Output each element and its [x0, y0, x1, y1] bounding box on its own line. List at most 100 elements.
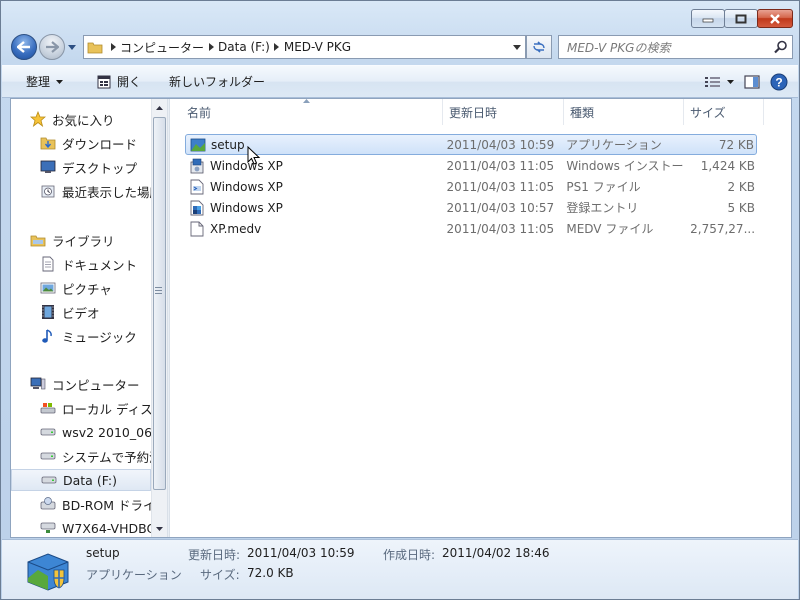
file-row[interactable]: Windows XP 2011/04/03 11:05 Windows インスト… — [185, 155, 757, 176]
column-header-name-label: 名前 — [187, 105, 212, 120]
file-row[interactable]: Windows XP 2011/04/03 10:57 登録エントリ 5 KB — [185, 197, 757, 218]
address-history-dropdown[interactable] — [509, 36, 525, 58]
file-size: 2,757,27... — [690, 221, 756, 236]
new-folder-button[interactable]: 新しいフォルダー — [161, 70, 273, 94]
open-window-icon — [97, 75, 111, 88]
scroll-up-button[interactable] — [152, 99, 167, 116]
navigation-bar: コンピューター Data (F:) MED-V PKG MED-V PKGの検索 — [9, 33, 793, 61]
navigation-pane[interactable]: お気に入り ダウンロード デスクトップ 最近表示した場所 ライブラリ ドキ — [11, 99, 166, 537]
back-button[interactable] — [11, 34, 37, 60]
recent-pages-dropdown[interactable] — [67, 42, 77, 52]
nav-item-videos[interactable]: ビデオ — [11, 301, 151, 323]
scroll-down-button[interactable] — [152, 520, 166, 537]
help-button[interactable]: ? — [770, 73, 788, 91]
command-bar: 整理 開く 新しいフォルダー ? — [2, 65, 798, 98]
nav-item-desktop[interactable]: デスクトップ — [11, 156, 151, 178]
forward-button[interactable] — [39, 34, 65, 60]
drive-icon — [40, 472, 58, 488]
new-folder-label: 新しいフォルダー — [169, 75, 266, 89]
file-name: setup — [211, 137, 245, 152]
folder-icon — [84, 40, 106, 54]
file-size: 1,424 KB — [700, 158, 756, 173]
help-icon: ? — [770, 73, 788, 90]
nav-item-music[interactable]: ミュージック — [11, 325, 151, 347]
nav-item-data-drive[interactable]: Data (F:) — [11, 469, 151, 491]
scroll-thumb[interactable] — [153, 117, 166, 490]
blank-file-icon — [189, 221, 205, 237]
nav-item-label: ミュージック — [62, 329, 137, 345]
nav-item-label: 最近表示した場所 — [62, 184, 151, 200]
column-header-modified-label: 更新日時 — [449, 105, 498, 120]
file-type: 登録エントリ — [566, 201, 639, 215]
organize-button[interactable]: 整理 — [18, 70, 71, 94]
maximize-icon — [735, 14, 747, 23]
column-header-modified[interactable]: 更新日時 — [443, 99, 564, 125]
nav-item-local-disk[interactable]: ローカル ディスク — [11, 397, 151, 419]
search-icon[interactable] — [770, 40, 792, 54]
pane-splitter[interactable] — [167, 99, 170, 537]
nav-item-system-reserved[interactable]: システムで予約済み — [11, 445, 151, 467]
file-name: Windows XP — [210, 179, 283, 194]
breadcrumb-current-folder[interactable]: MED-V PKG — [284, 40, 351, 54]
nav-item-bd-rom[interactable]: BD-ROM ドライブ — [11, 493, 151, 515]
breadcrumb-data-drive[interactable]: Data (F:) — [218, 40, 270, 54]
search-box[interactable]: MED-V PKGの検索 — [558, 35, 793, 59]
pictures-icon — [39, 280, 57, 296]
file-row[interactable]: Windows XP 2011/04/03 11:05 PS1 ファイル 2 K… — [185, 176, 757, 197]
address-bar[interactable]: コンピューター Data (F:) MED-V PKG — [83, 35, 526, 59]
msi-icon — [189, 158, 205, 174]
nav-item-label: ローカル ディスク — [62, 401, 151, 417]
nav-pane-scrollbar[interactable] — [151, 99, 167, 537]
column-header-type[interactable]: 種類 — [564, 99, 684, 125]
nav-libraries[interactable]: ライブラリ — [11, 229, 151, 251]
breadcrumb-separator[interactable] — [106, 43, 120, 51]
change-view-button[interactable] — [705, 76, 734, 88]
breadcrumb-computer[interactable]: コンピューター — [120, 39, 204, 56]
close-button[interactable] — [757, 9, 793, 28]
documents-icon — [39, 256, 57, 272]
search-input[interactable]: MED-V PKGの検索 — [559, 39, 770, 56]
nav-item-wsv2[interactable]: wsv2 2010_06_ — [11, 421, 151, 443]
nav-item-label: デスクトップ — [62, 160, 138, 176]
breadcrumb-separator[interactable] — [270, 43, 284, 51]
file-list[interactable]: 名前 更新日時 種類 サイズ setup 2011/04/03 10:59 アプ… — [171, 99, 791, 537]
file-row[interactable]: setup 2011/04/03 10:59 アプリケーション 72 KB — [185, 134, 757, 155]
explorer-window: コンピューター Data (F:) MED-V PKG MED-V PKGの検索… — [0, 0, 800, 600]
details-file-name: setup — [86, 546, 120, 560]
command-bar-right: ? — [705, 73, 798, 91]
setup-application-large-icon — [27, 553, 69, 591]
scroll-grip — [155, 285, 162, 296]
nav-item-label: ビデオ — [62, 305, 100, 321]
open-label: 開く — [117, 75, 142, 89]
preview-pane-icon — [744, 74, 760, 89]
chevron-up-icon — [156, 105, 163, 110]
chevron-down-icon — [56, 79, 64, 84]
nav-libraries-label: ライブラリ — [52, 233, 115, 249]
open-button[interactable]: 開く — [89, 70, 149, 94]
nav-item-downloads[interactable]: ダウンロード — [11, 132, 151, 154]
column-header-size[interactable]: サイズ — [684, 99, 764, 125]
nav-item-label: W7X64-VHDBOOT — [62, 520, 151, 536]
reg-icon — [189, 200, 205, 216]
file-row[interactable]: XP.medv 2011/04/03 11:05 MEDV ファイル 2,757… — [185, 218, 757, 239]
local-disk-icon — [39, 400, 57, 416]
nav-item-documents[interactable]: ドキュメント — [11, 253, 151, 275]
computer-icon — [29, 376, 47, 392]
nav-item-recent-places[interactable]: 最近表示した場所 — [11, 180, 151, 202]
maximize-button[interactable] — [724, 9, 758, 28]
minimize-button[interactable] — [691, 9, 725, 28]
nav-item-w7x64-vhdboot[interactable]: W7X64-VHDBOOT — [11, 517, 151, 537]
minimize-icon — [702, 18, 714, 22]
breadcrumb-separator[interactable] — [204, 43, 218, 51]
refresh-button[interactable] — [526, 35, 552, 59]
preview-pane-button[interactable] — [744, 74, 760, 89]
nav-item-pictures[interactable]: ピクチャ — [11, 277, 151, 299]
nav-item-label: ピクチャ — [62, 281, 112, 297]
column-header-name[interactable]: 名前 — [171, 99, 443, 125]
nav-favorites-label: お気に入り — [52, 112, 115, 128]
nav-favorites[interactable]: お気に入り — [11, 108, 151, 130]
nav-computer[interactable]: コンピューター — [11, 373, 151, 395]
file-type: PS1 ファイル — [566, 180, 641, 194]
videos-icon — [39, 304, 57, 320]
organize-label: 整理 — [26, 75, 51, 89]
